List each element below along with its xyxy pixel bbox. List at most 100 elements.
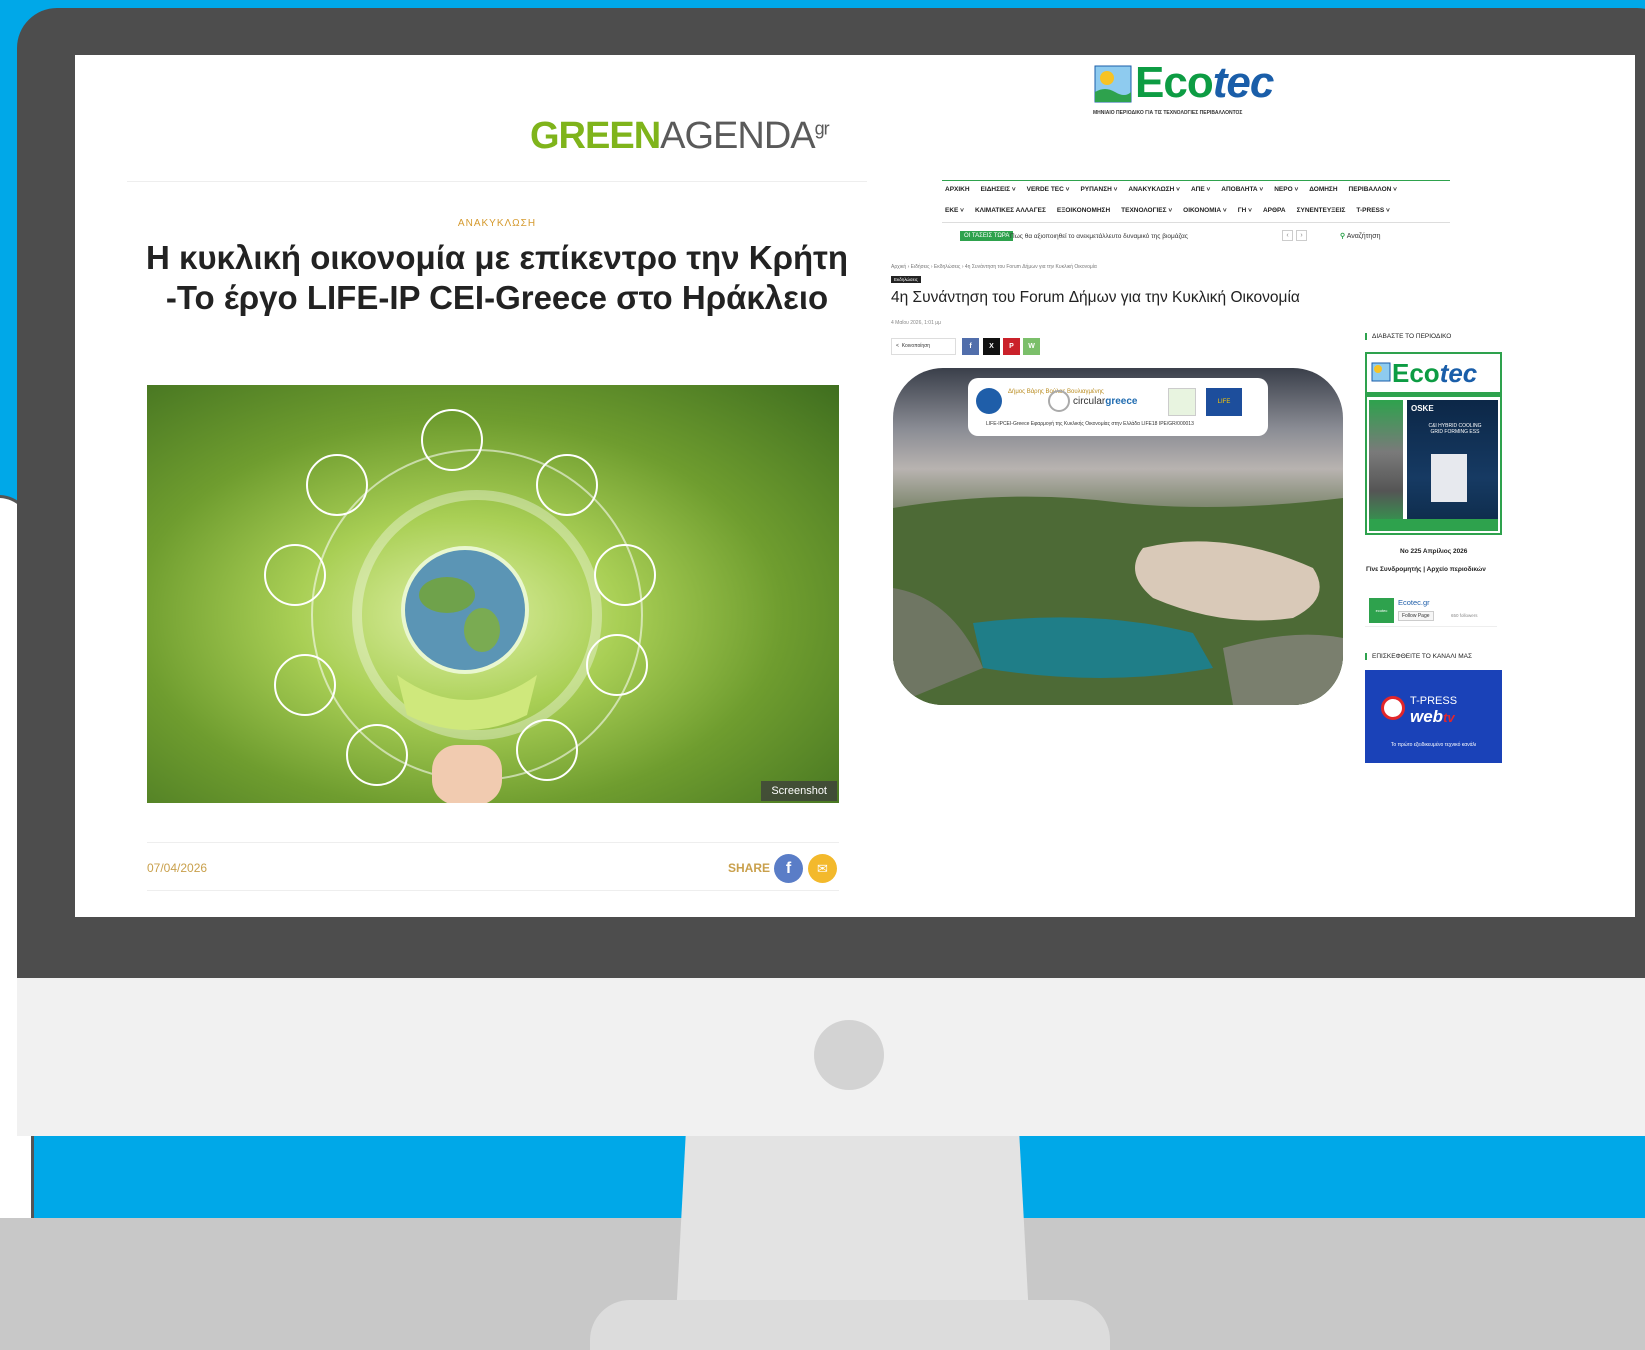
menu-item-economy[interactable]: ΟΙΚΟΝΟΜΙΑ ˅ <box>1183 207 1227 214</box>
municipality-crest-icon <box>976 388 1002 414</box>
ecotec-logo-text: Ecotec <box>1135 58 1275 108</box>
whatsapp-share-icon[interactable]: W <box>1023 338 1040 355</box>
trending-label: ΟΙ ΤΑΣΕΙΣ ΤΩΡΑ <box>960 231 1014 241</box>
sidebar-channel-heading: ΕΠΙΣΚΕΦΘΕΙΤΕ ΤΟ ΚΑΝΑΛΙ ΜΑΣ <box>1365 653 1472 660</box>
circular-greece-logo-icon <box>1048 390 1070 412</box>
monitor-stand-base <box>590 1300 1110 1350</box>
follow-page-button[interactable]: Follow Page <box>1398 611 1434 621</box>
article-date: 07/04/2026 <box>147 861 208 875</box>
magazine-footer <box>1369 519 1498 531</box>
article-title: Η κυκλική οικονομία με επίκεντρο την Κρή… <box>145 239 849 316</box>
article-category[interactable]: ΑΝΑΚΥΚΛΩΣΗ <box>127 218 867 229</box>
menu-item-climate[interactable]: ΚΛΙΜΑΤΙΚΕΣ ΑΛΛΑΓΕΣ <box>975 207 1046 214</box>
facebook-page-widget[interactable]: ecotec Ecotec.gr Follow Page 650 followe… <box>1365 594 1497 627</box>
magazine-left-column <box>1369 400 1403 530</box>
header-divider <box>127 181 867 182</box>
logo-eco-text: Eco <box>1135 58 1214 107</box>
tpress-name: T-PRESS <box>1410 695 1458 707</box>
ecotec-sun-icon <box>1094 65 1132 103</box>
menu-item-environment[interactable]: ΠΕΡΙΒΑΛΛΟΝ ˅ <box>1349 186 1397 193</box>
menu-item-csr[interactable]: ΕΚΕ ˅ <box>945 207 964 214</box>
logo-sup-text: gr <box>814 118 830 139</box>
search-label: Αναζήτηση <box>1346 233 1381 240</box>
share-button-label: Κοινοποίηση <box>901 343 930 349</box>
circular-text: circular <box>1073 396 1106 407</box>
ecotec-article-date: 4 Μαΐου 2026, 1:01 μμ <box>891 320 942 326</box>
tpress-webtv-banner[interactable]: T-PRESS webtv Το πρώτο εξειδικευμένο τεχ… <box>1365 670 1502 763</box>
menu-item-interviews[interactable]: ΣΥΝΕΝΤΕΥΞΕΙΣ <box>1297 207 1346 214</box>
mag-logo-tec: tec <box>1439 358 1478 388</box>
menu-item-home[interactable]: ΑΡΧΙΚΗ <box>945 186 970 193</box>
magazine-links[interactable]: Γίνε Συνδρομητής | Αρχείο περιοδικών <box>1366 566 1486 573</box>
pinterest-share-icon[interactable]: P <box>1003 338 1020 355</box>
search-icon: ⚲ <box>1340 233 1346 240</box>
facebook-share-icon[interactable]: f <box>774 854 803 883</box>
trending-prev-icon[interactable]: ‹ <box>1282 230 1293 241</box>
menu-item-verde-tec[interactable]: VERDE TEC ˅ <box>1027 186 1070 193</box>
meta-divider-top <box>147 842 839 843</box>
project-caption: LIFE-IPCEI-Greece Εφαρμογή της Κυκλικής … <box>986 421 1194 427</box>
menu-item-news[interactable]: ΕΙΔΗΣΕΙΣ ˅ <box>981 186 1016 193</box>
search-button[interactable]: ⚲ Αναζήτηση <box>1340 232 1381 240</box>
menu-item-recycling[interactable]: ΑΝΑΚΥΚΛΩΣΗ ˅ <box>1128 186 1180 193</box>
ministry-logo-icon <box>1168 388 1196 416</box>
facebook-page-avatar: ecotec <box>1369 598 1394 623</box>
share-button[interactable]: < Κοινοποίηση <box>891 338 956 355</box>
tpress-logo-icon <box>1381 696 1405 720</box>
menu-item-construction[interactable]: ΔΟΜΗΣΗ <box>1309 186 1337 193</box>
trending-next-icon[interactable]: › <box>1296 230 1307 241</box>
eu-life-logo: LIFE <box>1206 388 1242 416</box>
menu-item-pollution[interactable]: ΡΥΠΑΝΣΗ ˅ <box>1080 186 1117 193</box>
email-share-icon[interactable]: ✉ <box>808 854 837 883</box>
menu-item-renewables[interactable]: ΑΠΕ ˅ <box>1191 186 1210 193</box>
magazine-band <box>1367 392 1500 397</box>
nav-top-line <box>942 180 1450 181</box>
facebook-page-name[interactable]: Ecotec.gr <box>1398 598 1430 607</box>
monitor-button <box>814 1020 884 1090</box>
nav-bottom-line <box>942 222 1450 223</box>
share-label: SHARE <box>728 861 771 875</box>
main-menu-row2: ΕΚΕ ˅ ΚΛΙΜΑΤΙΚΕΣ ΑΛΛΑΓΕΣ ΕΞΟΙΚΟΝΟΜΗΣΗ ΤΕΧΝΟ… <box>945 207 1401 214</box>
article-image: Screenshot <box>147 385 839 803</box>
trending-headline[interactable]: Πως θα αξιοποιηθεί το ανεκμετάλλευτο δυν… <box>1010 233 1188 240</box>
logo-tec-text: tec <box>1212 58 1275 107</box>
image-screenshot-tag: Screenshot <box>761 781 837 801</box>
magazine-brand: OSKE <box>1411 404 1434 413</box>
followers-count: 650 followers <box>1451 613 1478 618</box>
magazine-cover[interactable]: Ecotec OSKE C&I HYBRID COOLING GRID FORM… <box>1365 352 1502 535</box>
tv-text: tv <box>1443 710 1455 725</box>
ecotec-tagline: ΜΗΝΙΑΙΟ ΠΕΡΙΟΔΙΚΟ ΓΙΑ ΤΙΣ ΤΕΧΝΟΛΟΓΙΕΣ ΠΕ… <box>1093 110 1243 116</box>
menu-item-tpress[interactable]: T-PRESS ˅ <box>1356 207 1389 214</box>
menu-item-technologies[interactable]: ΤΕΧΝΟΛΟΓΙΕΣ ˅ <box>1121 207 1172 214</box>
main-menu-row1: ΑΡΧΙΚΗ ΕΙΔΗΣΕΙΣ ˅ VERDE TEC ˅ ΡΥΠΑΝΣΗ ˅ ΑΝΑΚ… <box>945 186 1408 193</box>
ecotec-article-title: 4η Συνάντηση του Forum Δήμων για την Κυκ… <box>891 289 1300 306</box>
article-photo: Δήμος Βάρης Βούλας Βουλιαγμένης circular… <box>893 368 1343 705</box>
tpress-caption: Το πρώτο εξειδικευμένο τεχνικό κανάλι <box>1390 742 1477 748</box>
menu-item-water[interactable]: ΝΕΡΟ ˅ <box>1274 186 1298 193</box>
menu-item-waste[interactable]: ΑΠΟΒΛΗΤΑ ˅ <box>1221 186 1263 193</box>
category-badge[interactable]: Εκδηλώσεις <box>891 276 921 283</box>
logo-gray-text: AGENDA <box>660 115 815 157</box>
webtv-text: webtv <box>1410 707 1455 727</box>
greece-text: greece <box>1105 396 1138 407</box>
magazine-issue: Νο 225 Απρίλιος 2026 <box>1400 548 1468 555</box>
breadcrumb[interactable]: Αρχική › Ειδήσεις › Εκδηλώσεις › 4η Συνά… <box>891 264 1097 270</box>
menu-item-articles[interactable]: ΑΡΘΡΑ <box>1263 207 1286 214</box>
sidebar-magazine-heading: ΔΙΑΒΑΣΤΕ ΤΟ ΠΕΡΙΟΔΙΚΟ <box>1365 333 1451 340</box>
mag-logo-eco: Eco <box>1392 358 1440 388</box>
menu-item-earth[interactable]: ΓΗ ˅ <box>1238 207 1252 214</box>
circular-economy-illustration <box>264 409 656 803</box>
facebook-share-icon[interactable]: f <box>962 338 979 355</box>
logo-green-text: GREEN <box>530 115 661 157</box>
circular-greece-text: circulargreece <box>1073 396 1137 407</box>
ecotec-sun-icon <box>1371 362 1391 382</box>
project-banner: Δήμος Βάρης Βούλας Βουλιαγμένης circular… <box>968 378 1268 436</box>
menu-item-saving[interactable]: ΕΞΟΙΚΟΝΟΜΗΣΗ <box>1057 207 1110 214</box>
ecotec-logo[interactable]: Ecotec ΜΗΝΙΑΙΟ ΠΕΡΙΟΔΙΚΟ ΓΙΑ ΤΙΣ ΤΕΧΝΟΛΟ… <box>1093 58 1283 116</box>
meta-divider-bottom <box>147 890 839 891</box>
greenagenda-logo[interactable]: GREENAGENDAgr <box>530 115 830 158</box>
magazine-logo-text: Ecotec <box>1392 358 1477 389</box>
web-text: web <box>1410 707 1444 726</box>
battery-cabinet-image <box>1431 454 1467 502</box>
x-share-icon[interactable]: X <box>983 338 1000 355</box>
